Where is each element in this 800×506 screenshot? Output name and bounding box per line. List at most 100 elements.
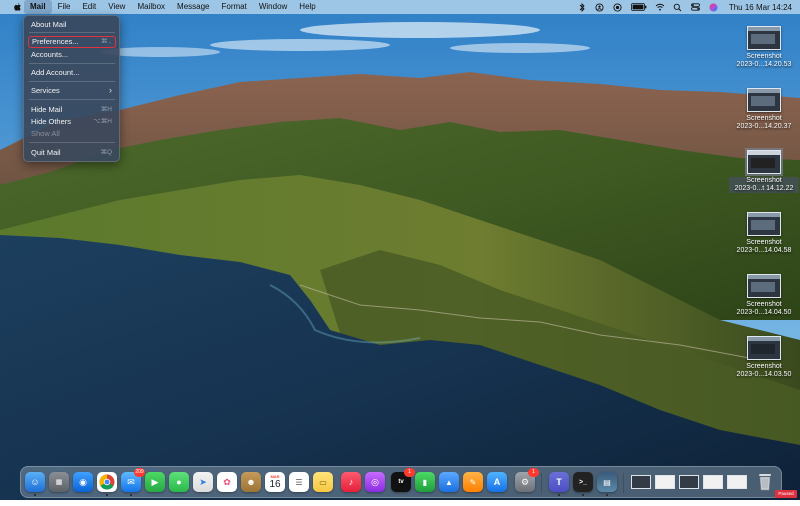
desktop-file-screenshot[interactable]: Screenshot 2023-0...14.04.58 — [729, 212, 799, 255]
dock-apple-tv[interactable]: tv 1 — [391, 468, 415, 492]
dock-finder[interactable]: ☺ — [25, 472, 45, 496]
file-name-detail: 2023-0...14.03.50 — [736, 371, 792, 378]
menu-item-hide-mail[interactable]: Hide Mail ⌘H — [28, 104, 116, 115]
dock-minimized-window[interactable] — [727, 475, 747, 489]
dock-reminders[interactable]: ☰ — [289, 472, 309, 492]
mail-app-menu: About Mail Preferences... ⌘ , Accounts..… — [23, 15, 120, 162]
dock-minimized-window[interactable] — [703, 475, 723, 489]
menu-item-label: Add Account... — [31, 68, 80, 77]
screenshot-file-icon — [747, 212, 781, 236]
settings-gear-icon: ⚙ — [520, 476, 530, 487]
keynote-icon: ▲ — [445, 477, 453, 487]
desktop-wallpaper — [0, 0, 800, 500]
menu-edit[interactable]: Edit — [76, 0, 102, 14]
dock-minimized-window[interactable] — [655, 475, 675, 489]
desktop-file-screenshot[interactable]: Screenshot 2023-0...14.04.50 — [729, 274, 799, 317]
file-name-detail: 2023-0...14.04.50 — [736, 309, 792, 316]
screen-record-icon[interactable] — [613, 2, 623, 12]
menu-clock[interactable]: Thu 16 Mar 14:24 — [729, 3, 792, 12]
dock-calendar[interactable]: MAR 16 — [265, 472, 285, 492]
menu-separator — [29, 81, 115, 82]
desktop-file-screenshot[interactable]: Screenshot 2023-0...14.20.37 — [729, 88, 799, 131]
dock-numbers[interactable]: ▮ — [415, 472, 435, 492]
screenshot-file-icon — [747, 336, 781, 360]
menu-mail[interactable]: Mail — [24, 0, 52, 14]
menu-item-hide-others[interactable]: Hide Others ⌥⌘H — [28, 116, 116, 127]
dock-facetime[interactable]: ▶ — [145, 472, 165, 492]
menu-mailbox[interactable]: Mailbox — [131, 0, 171, 14]
file-name: Screenshot — [746, 53, 782, 60]
dock-launchpad[interactable]: ▦ — [49, 472, 69, 492]
dock-pages[interactable]: ✎ — [463, 472, 483, 492]
desktop-file-screenshot-selected[interactable]: Screenshot 2023-0...t 14.12.22 — [729, 148, 799, 193]
podcasts-icon: ◎ — [371, 476, 379, 487]
menu-item-label: Services — [31, 86, 60, 95]
siri-icon[interactable] — [709, 2, 719, 12]
dock-notes[interactable]: ▭ — [313, 472, 333, 492]
dock-trash[interactable] — [755, 472, 775, 492]
dock-keynote[interactable]: ▲ — [439, 472, 459, 492]
dock-preview[interactable]: ▤ — [597, 472, 617, 496]
preview-icon: ▤ — [603, 477, 611, 487]
dock-photos[interactable]: ✿ — [217, 472, 237, 492]
dock-system-settings[interactable]: ⚙ 1 — [515, 468, 539, 492]
dock-contacts[interactable]: ☻ — [241, 472, 261, 492]
apple-tv-badge: 1 — [404, 468, 415, 477]
status-area: Thu 16 Mar 14:24 — [573, 0, 800, 14]
focus-icon[interactable] — [595, 2, 605, 12]
menu-separator — [29, 99, 115, 100]
dock-maps[interactable]: ➤ — [193, 472, 213, 492]
photos-icon: ✿ — [223, 476, 231, 487]
bluetooth-icon[interactable] — [577, 2, 587, 12]
dock-app-store[interactable]: A — [487, 472, 507, 492]
menu-view[interactable]: View — [102, 0, 131, 14]
safari-icon: ◉ — [79, 476, 87, 487]
screenshot-file-icon — [745, 148, 783, 176]
recording-status-badge: Paused 3:4m — [775, 490, 797, 504]
contacts-icon: ☻ — [246, 477, 256, 487]
search-icon[interactable] — [673, 2, 683, 12]
app-store-icon: A — [493, 477, 501, 487]
messages-icon: ● — [176, 477, 182, 487]
wifi-icon[interactable] — [655, 2, 665, 12]
dock-chrome[interactable] — [97, 472, 117, 496]
menu-item-label: Show All — [31, 129, 60, 138]
menu-item-accounts[interactable]: Accounts... — [28, 49, 116, 60]
dock-minimized-window[interactable] — [679, 475, 699, 489]
desktop-file-screenshot[interactable]: Screenshot 2023-0...14.03.50 — [729, 336, 799, 379]
dock-messages[interactable]: ● — [169, 472, 189, 492]
dock-minimized-window[interactable] — [631, 475, 651, 489]
menu-item-quit-mail[interactable]: Quit Mail ⌘Q — [28, 147, 116, 158]
menu-file[interactable]: File — [52, 0, 77, 14]
menu-help[interactable]: Help — [293, 0, 321, 14]
menu-message[interactable]: Message — [171, 0, 215, 14]
desktop-file-screenshot[interactable]: Screenshot 2023-0...14.20.53 — [729, 26, 799, 69]
dock-music[interactable]: ♪ — [341, 472, 361, 492]
file-name-detail: 2023-0...14.20.53 — [736, 61, 792, 68]
dock-podcasts[interactable]: ◎ — [365, 472, 385, 492]
menu-bar: Mail File Edit View Mailbox Message Form… — [0, 0, 800, 14]
file-name: Screenshot — [746, 363, 782, 370]
menu-item-about-mail[interactable]: About Mail — [28, 19, 116, 30]
file-name-detail: 2023-0...t 14.12.22 — [729, 185, 799, 193]
mail-icon: ✉ — [127, 476, 135, 487]
apple-logo-icon[interactable] — [10, 0, 24, 14]
shortcut-label: ⌘Q — [100, 149, 112, 156]
maps-icon: ➤ — [199, 476, 207, 487]
dock-teams[interactable]: T — [549, 472, 569, 496]
menu-format[interactable]: Format — [216, 0, 253, 14]
dock-mail[interactable]: ✉ 209 — [121, 468, 145, 496]
dock-safari[interactable]: ◉ — [73, 472, 93, 492]
menu-item-add-account[interactable]: Add Account... — [28, 67, 116, 78]
menu-window[interactable]: Window — [253, 0, 293, 14]
terminal-icon: >_ — [579, 478, 587, 486]
menu-separator — [29, 142, 115, 143]
control-center-icon[interactable] — [691, 2, 701, 12]
dock-terminal[interactable]: >_ — [573, 472, 593, 496]
settings-badge: 1 — [528, 468, 539, 477]
menu-item-services[interactable]: Services › — [28, 85, 116, 96]
calendar-day: 16 — [269, 479, 281, 490]
screenshot-file-icon — [747, 274, 781, 298]
battery-icon[interactable] — [630, 2, 647, 12]
menu-item-preferences[interactable]: Preferences... ⌘ , — [28, 36, 116, 48]
